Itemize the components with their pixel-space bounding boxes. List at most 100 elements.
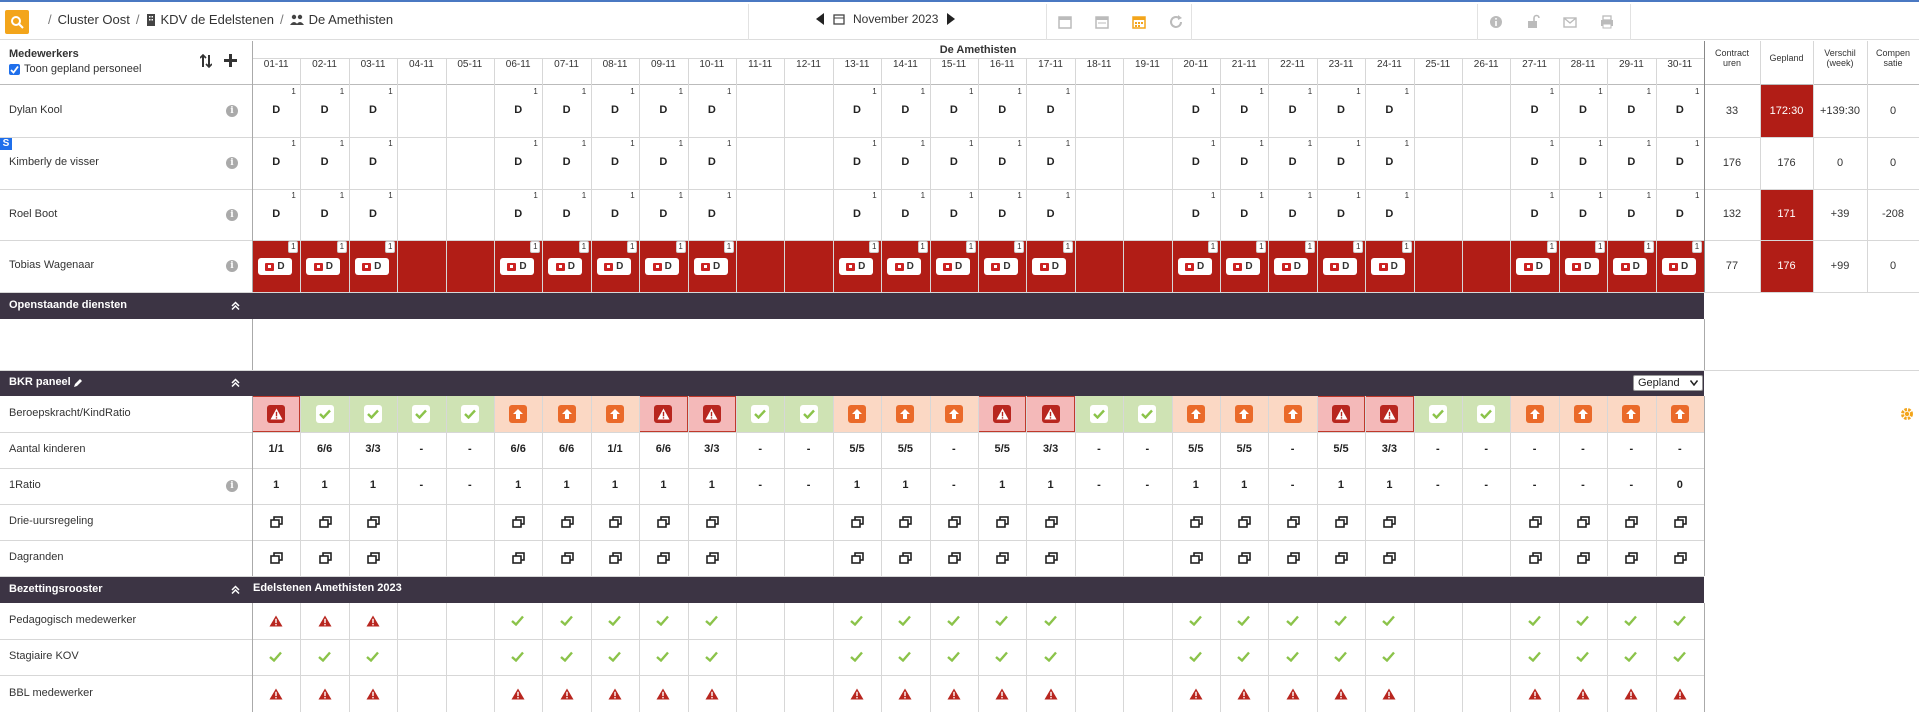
print-button[interactable]: [1599, 14, 1615, 30]
shift-code[interactable]: D: [881, 104, 929, 116]
sort-button[interactable]: [200, 54, 212, 68]
unlock-button[interactable]: [1525, 14, 1541, 30]
shift-code[interactable]: D: [542, 104, 590, 116]
date-header[interactable]: 26-11: [1462, 59, 1510, 74]
occupancy-status-ok[interactable]: [947, 615, 960, 626]
shift-code[interactable]: D: [300, 156, 348, 168]
shift-code[interactable]: D: [1656, 156, 1704, 168]
shift-code[interactable]: D: [1559, 208, 1607, 220]
occupancy-status-ok[interactable]: [511, 615, 525, 626]
shift-code[interactable]: D: [252, 104, 300, 116]
sick-shift-badge[interactable]: D: [306, 258, 341, 275]
shift-code[interactable]: D: [1607, 104, 1655, 116]
sick-shift-badge[interactable]: D: [1613, 258, 1648, 275]
shift-code[interactable]: D: [688, 104, 736, 116]
collapse-chevron-icon[interactable]: [231, 584, 240, 594]
occupancy-status-ok[interactable]: [1189, 651, 1202, 662]
edit-pencil-icon[interactable]: [73, 378, 83, 388]
three-hour-rule-button[interactable]: [609, 516, 622, 528]
breadcrumb-item[interactable]: Cluster Oost: [58, 12, 130, 27]
shift-code[interactable]: D: [1172, 156, 1220, 168]
shift-code[interactable]: D: [494, 156, 542, 168]
sick-shift-badge[interactable]: D: [984, 258, 1018, 275]
shift-code[interactable]: D: [1317, 156, 1365, 168]
date-header[interactable]: 04-11: [397, 59, 445, 74]
occupancy-status-warn[interactable]: [850, 688, 864, 700]
employee-name[interactable]: Kimberly de visser: [9, 156, 99, 168]
occupancy-status-ok[interactable]: [608, 651, 621, 662]
date-header[interactable]: 30-11: [1656, 59, 1704, 74]
shift-code[interactable]: D: [833, 208, 881, 220]
occupancy-status-warn[interactable]: [947, 688, 961, 700]
occupancy-status-ok[interactable]: [1673, 651, 1686, 662]
day-edges-button[interactable]: [609, 552, 622, 564]
occupancy-status-warn[interactable]: [705, 688, 719, 700]
three-hour-rule-button[interactable]: [1335, 516, 1348, 528]
shift-code[interactable]: D: [1172, 208, 1220, 220]
day-edges-button[interactable]: [851, 552, 864, 564]
day-edges-button[interactable]: [1238, 552, 1251, 564]
occupancy-status-ok[interactable]: [269, 651, 283, 662]
occupancy-status-warn[interactable]: [1044, 688, 1058, 700]
shift-code[interactable]: D: [1656, 208, 1704, 220]
shift-code[interactable]: D: [1607, 208, 1655, 220]
shift-code[interactable]: D: [300, 104, 348, 116]
shift-code[interactable]: D: [1026, 208, 1074, 220]
three-hour-rule-button[interactable]: [367, 516, 380, 528]
shift-code[interactable]: D: [1317, 208, 1365, 220]
occupancy-status-warn[interactable]: [608, 688, 622, 700]
day-edges-button[interactable]: [899, 552, 913, 564]
shift-code[interactable]: D: [978, 156, 1026, 168]
shift-code[interactable]: D: [252, 208, 300, 220]
three-hour-rule-button[interactable]: [1528, 516, 1542, 528]
employee-name[interactable]: Tobias Wagenaar: [9, 259, 94, 271]
search-button[interactable]: [5, 10, 29, 34]
sick-shift-badge[interactable]: D: [1226, 258, 1260, 275]
shift-code[interactable]: D: [542, 156, 590, 168]
date-header[interactable]: 27-11: [1510, 59, 1558, 74]
shift-code[interactable]: D: [1559, 156, 1607, 168]
date-header[interactable]: 06-11: [494, 59, 542, 74]
date-header[interactable]: 24-11: [1365, 59, 1413, 74]
three-hour-rule-button[interactable]: [560, 516, 574, 528]
next-month-icon[interactable]: [946, 12, 956, 26]
date-header[interactable]: 16-11: [978, 59, 1026, 74]
sick-shift-badge[interactable]: D: [693, 258, 728, 275]
sick-shift-badge[interactable]: D: [887, 258, 922, 275]
date-header[interactable]: 02-11: [300, 59, 348, 74]
shift-code[interactable]: D: [1607, 156, 1655, 168]
refresh-button[interactable]: [1168, 14, 1184, 30]
occupancy-status-warn[interactable]: [1334, 688, 1348, 700]
shift-code[interactable]: D: [881, 208, 929, 220]
occupancy-status-ok[interactable]: [898, 651, 912, 662]
occupancy-status-warn[interactable]: [898, 688, 912, 700]
occupancy-status-ok[interactable]: [1576, 615, 1589, 626]
date-header[interactable]: 15-11: [930, 59, 978, 74]
occupancy-status-ok[interactable]: [995, 615, 1009, 626]
date-header[interactable]: 21-11: [1220, 59, 1268, 74]
day-edges-button[interactable]: [947, 552, 961, 564]
shift-code[interactable]: D: [978, 104, 1026, 116]
occupancy-status-warn[interactable]: [995, 688, 1009, 700]
day-edges-button[interactable]: [1335, 552, 1348, 564]
sick-shift-badge[interactable]: D: [1032, 258, 1067, 275]
three-hour-rule-button[interactable]: [1577, 516, 1590, 528]
sick-shift-badge[interactable]: D: [1322, 258, 1357, 275]
calendar-month-button[interactable]: [1131, 14, 1147, 30]
shift-code[interactable]: D: [1220, 156, 1268, 168]
occupancy-status-warn[interactable]: [318, 615, 332, 627]
shift-code[interactable]: D: [930, 156, 978, 168]
day-edges-button[interactable]: [560, 552, 574, 564]
sick-shift-badge[interactable]: D: [1564, 258, 1599, 275]
occupancy-status-ok[interactable]: [656, 651, 670, 662]
occupancy-status-ok[interactable]: [1285, 651, 1299, 662]
occupancy-status-ok[interactable]: [1043, 615, 1057, 626]
date-header[interactable]: 07-11: [542, 59, 590, 74]
shift-code[interactable]: D: [1268, 156, 1316, 168]
shift-code[interactable]: D: [639, 156, 687, 168]
three-hour-rule-button[interactable]: [657, 516, 671, 528]
shift-code[interactable]: D: [494, 208, 542, 220]
occupancy-status-warn[interactable]: [318, 688, 332, 700]
day-edges-button[interactable]: [270, 552, 283, 564]
occupancy-status-ok[interactable]: [850, 651, 863, 662]
